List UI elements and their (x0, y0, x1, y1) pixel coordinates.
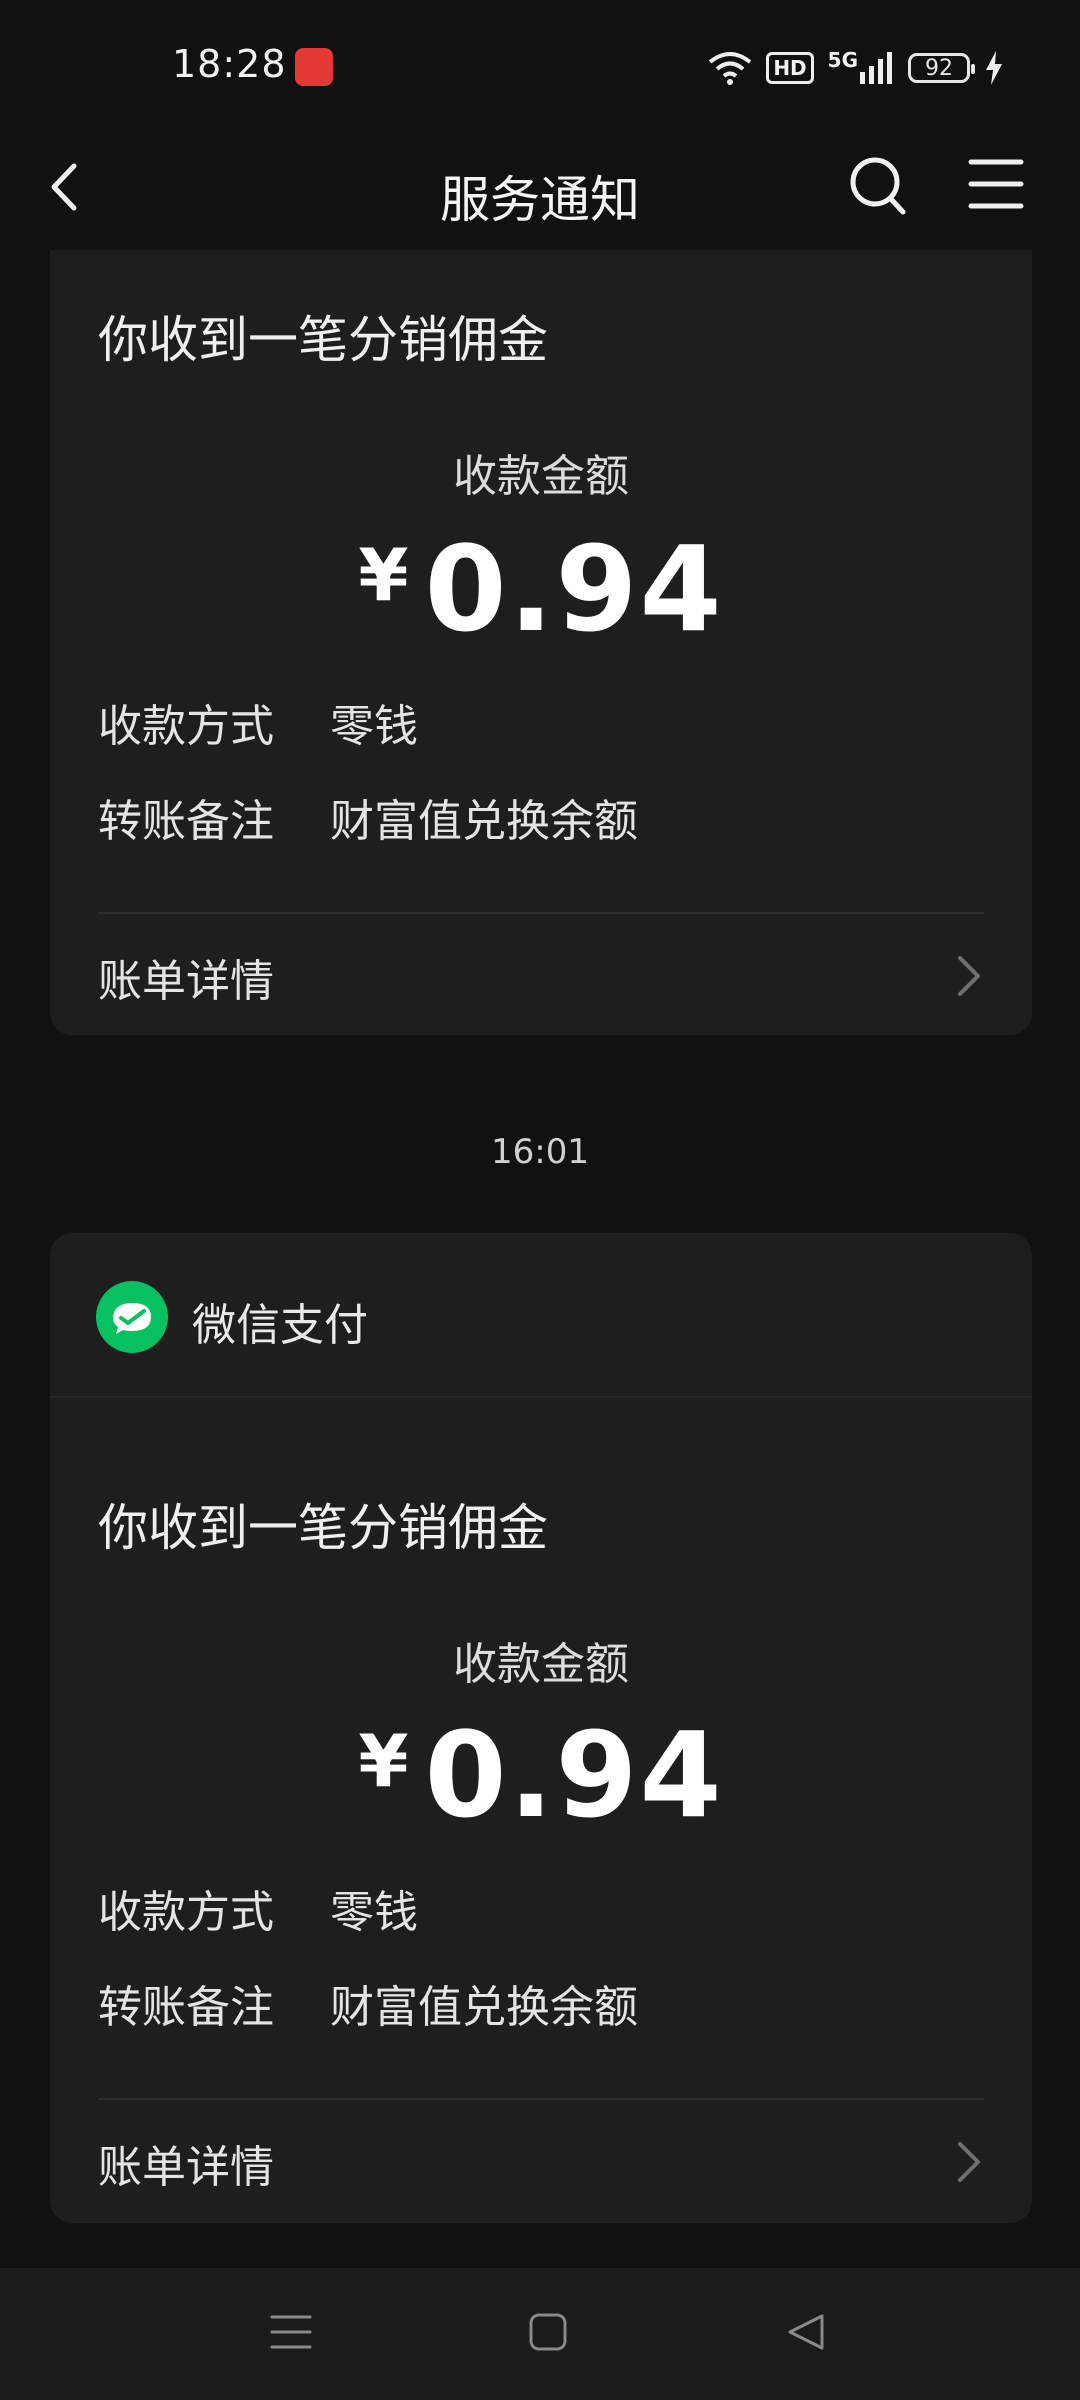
page-title: 服务通知 (440, 171, 640, 229)
payment-method-label: 收款方式 (98, 1887, 274, 1938)
remark-value: 财富值兑换余额 (330, 1982, 638, 2033)
amount-number: 0.94 (424, 520, 724, 658)
bill-details-label: 账单详情 (98, 956, 274, 1007)
status-time: 18:28 (172, 42, 287, 86)
remark-row: 转账备注 财富值兑换余额 (98, 785, 638, 849)
payment-method-row: 收款方式 零钱 (98, 690, 418, 754)
battery-level: 92 (925, 55, 953, 81)
remark-label: 转账备注 (98, 796, 274, 847)
sender-name: 微信支付 (192, 1300, 368, 1351)
currency-symbol: ¥ (358, 533, 411, 617)
wifi-icon (709, 52, 752, 85)
amount-label: 收款金额 (453, 451, 629, 502)
remark-label: 转账备注 (98, 1982, 274, 2033)
system-nav-bar (0, 2268, 1080, 2400)
notification-title: 你收到一笔分销佣金 (98, 311, 548, 369)
time-separator: 16:01 (491, 1132, 589, 1172)
divider (98, 912, 984, 914)
bill-details-link[interactable]: 账单详情 (98, 2131, 984, 2211)
currency-symbol: ¥ (358, 1719, 411, 1803)
recent-apps-icon[interactable] (270, 2312, 312, 2352)
amount-value: ¥0.94 (50, 1706, 1032, 1844)
menu-icon[interactable] (968, 156, 1024, 212)
amount-label: 收款金额 (453, 1639, 629, 1690)
chevron-right-icon (958, 2142, 980, 2182)
remark-row: 转账备注 财富值兑换余额 (98, 1971, 638, 2035)
payment-method-value: 零钱 (330, 701, 418, 752)
notification-card: 你收到一笔分销佣金 收款金额 ¥0.94 收款方式 零钱 转账备注 财富值兑换余额 … (50, 250, 1032, 1035)
notification-card: 微信支付 你收到一笔分销佣金 收款金额 ¥0.94 收款方式 零钱 转账备注 财富值… (50, 1233, 1032, 2223)
card-header[interactable]: 微信支付 (50, 1233, 1032, 1398)
amount-number: 0.94 (424, 1706, 724, 1844)
bill-details-link[interactable]: 账单详情 (98, 945, 984, 1025)
home-icon[interactable] (528, 2312, 568, 2352)
nav-bar: 服务通知 (0, 130, 1080, 250)
back-icon[interactable] (786, 2312, 826, 2352)
divider (98, 2098, 984, 2100)
app-notification-icon (295, 48, 333, 86)
battery-icon: 92 (908, 53, 975, 83)
amount-value: ¥0.94 (50, 520, 1032, 658)
charging-icon (986, 51, 1002, 85)
network-label: 5G (827, 48, 858, 72)
bill-details-label: 账单详情 (98, 2142, 274, 2193)
hd-badge: HD (766, 52, 814, 84)
payment-method-label: 收款方式 (98, 701, 274, 752)
signal-icon (860, 52, 892, 84)
notification-title: 你收到一笔分销佣金 (98, 1499, 548, 1557)
remark-value: 财富值兑换余额 (330, 796, 638, 847)
payment-method-value: 零钱 (330, 1887, 418, 1938)
chevron-right-icon (958, 956, 980, 996)
status-icons: HD 5G 92 (708, 48, 1004, 88)
status-bar: 18:28 HD 5G 92 (0, 0, 1080, 130)
search-icon[interactable] (848, 154, 908, 218)
wechat-pay-icon (96, 1281, 168, 1353)
payment-method-row: 收款方式 零钱 (98, 1876, 418, 1940)
